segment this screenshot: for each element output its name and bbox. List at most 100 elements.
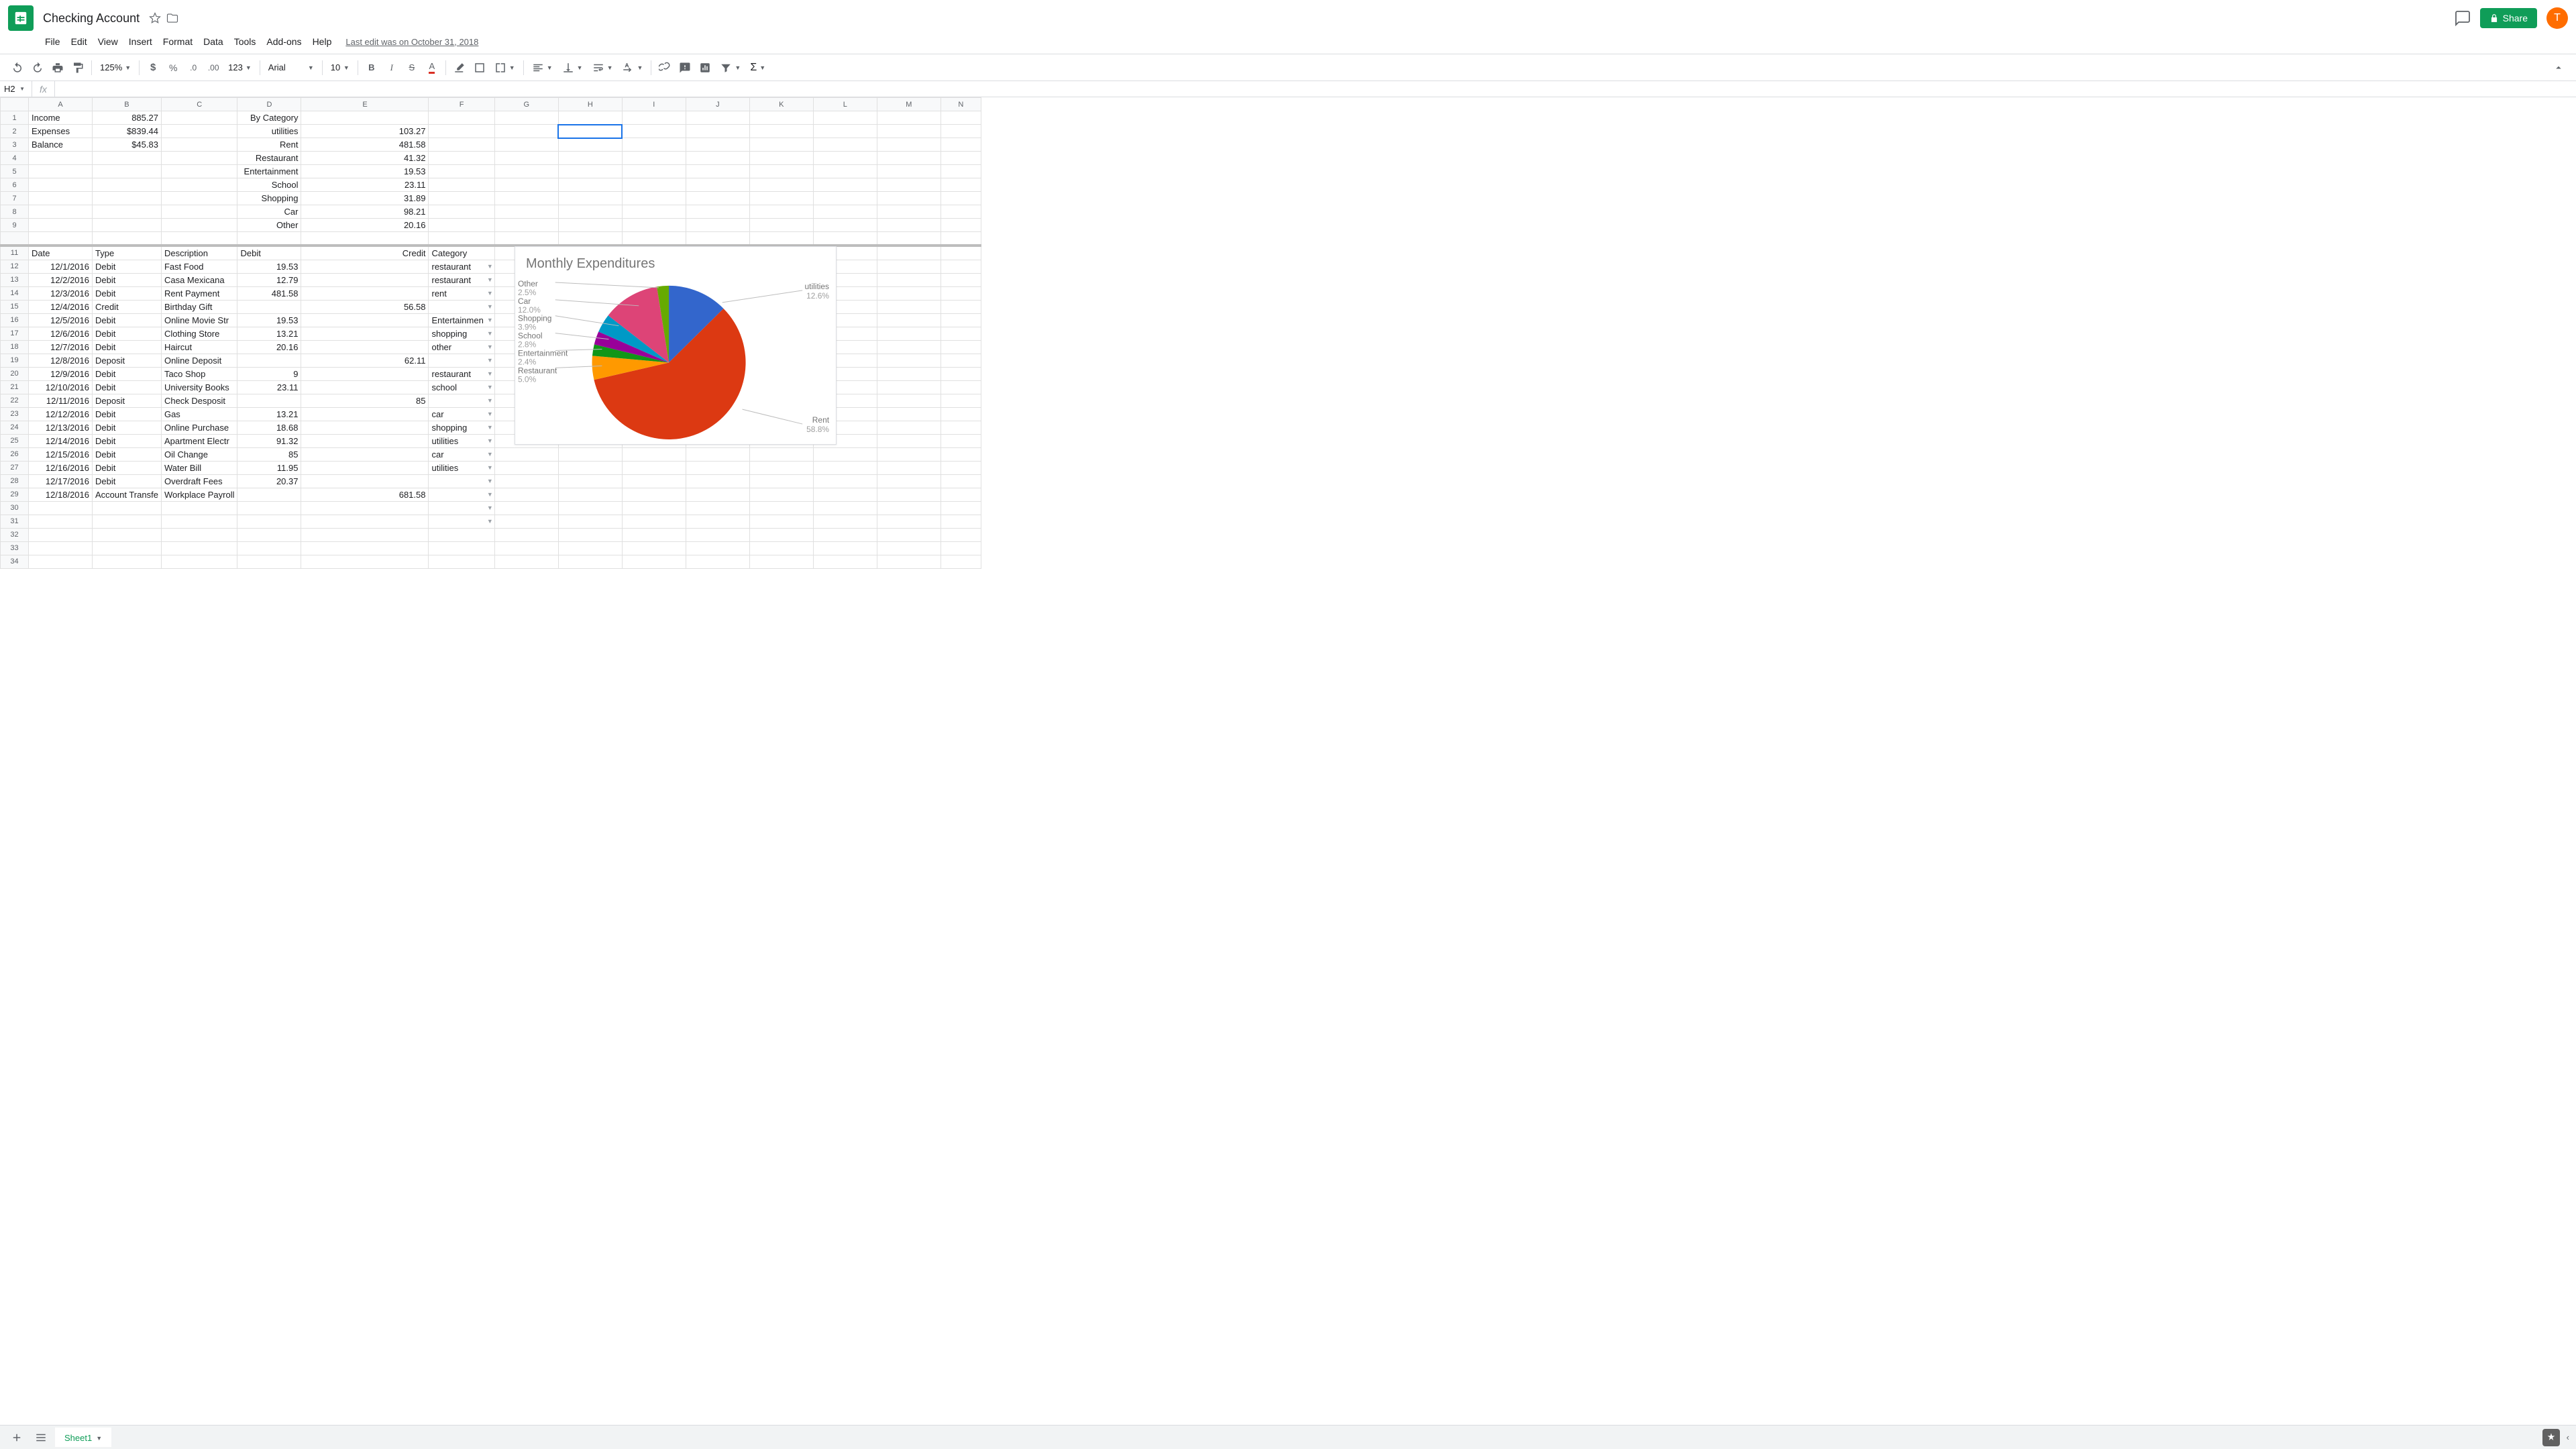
cell-G5[interactable]: [494, 165, 558, 178]
number-format-dropdown[interactable]: 123▼: [224, 60, 256, 75]
cell-N20[interactable]: [941, 367, 981, 380]
cell-A3[interactable]: Balance: [29, 138, 93, 152]
last-edit-link[interactable]: Last edit was on October 31, 2018: [345, 37, 478, 47]
row-head-22[interactable]: 22: [1, 394, 29, 407]
cell-A25[interactable]: 12/14/2016: [29, 434, 93, 447]
cell-D27[interactable]: 11.95: [237, 461, 301, 474]
cell-A33[interactable]: [29, 541, 93, 555]
dropdown-arrow-icon[interactable]: ▼: [487, 343, 493, 350]
cell-A31[interactable]: [29, 515, 93, 528]
formula-input[interactable]: [55, 81, 2576, 97]
cell-E29[interactable]: 681.58: [301, 488, 429, 501]
cell-L9[interactable]: [813, 219, 877, 232]
cell-F9[interactable]: [429, 219, 494, 232]
cell-J1[interactable]: [686, 111, 749, 125]
cell-B18[interactable]: Debit: [93, 340, 162, 354]
cell-L7[interactable]: [813, 192, 877, 205]
cell-E19[interactable]: 62.11: [301, 354, 429, 367]
cell-C26[interactable]: Oil Change: [161, 447, 237, 461]
cell-B26[interactable]: Debit: [93, 447, 162, 461]
cell-F13[interactable]: restaurant▼: [429, 273, 494, 286]
dropdown-arrow-icon[interactable]: ▼: [487, 437, 493, 444]
cell-M8[interactable]: [877, 205, 941, 219]
cell-M33[interactable]: [877, 541, 941, 555]
cell-M4[interactable]: [877, 152, 941, 165]
cell-C10[interactable]: [161, 232, 237, 246]
cell-G6[interactable]: [494, 178, 558, 192]
cell-N16[interactable]: [941, 313, 981, 327]
cell-L32[interactable]: [813, 528, 877, 541]
cell-F11[interactable]: Category: [429, 246, 494, 260]
italic-button[interactable]: I: [382, 58, 401, 77]
cell-M15[interactable]: [877, 300, 941, 313]
star-icon[interactable]: [149, 12, 161, 24]
cell-N33[interactable]: [941, 541, 981, 555]
print-button[interactable]: [48, 58, 67, 77]
cell-J10[interactable]: [686, 232, 749, 246]
cell-E22[interactable]: 85: [301, 394, 429, 407]
cell-H8[interactable]: [558, 205, 622, 219]
add-sheet-button[interactable]: [7, 1428, 27, 1447]
cell-G3[interactable]: [494, 138, 558, 152]
merge-cells-button[interactable]: ▼: [490, 59, 519, 76]
cell-B31[interactable]: [93, 515, 162, 528]
cell-H31[interactable]: [558, 515, 622, 528]
cell-E31[interactable]: [301, 515, 429, 528]
zoom-dropdown[interactable]: 125%▼: [96, 60, 135, 75]
cell-J28[interactable]: [686, 474, 749, 488]
col-head-L[interactable]: L: [813, 98, 877, 111]
cell-N4[interactable]: [941, 152, 981, 165]
all-sheets-button[interactable]: [31, 1428, 51, 1447]
cell-N14[interactable]: [941, 286, 981, 300]
row-head-6[interactable]: 6: [1, 178, 29, 192]
cell-C8[interactable]: [161, 205, 237, 219]
cell-L6[interactable]: [813, 178, 877, 192]
cell-E10[interactable]: [301, 232, 429, 246]
cell-K28[interactable]: [749, 474, 813, 488]
cell-H10[interactable]: [558, 232, 622, 246]
row-head-23[interactable]: 23: [1, 407, 29, 421]
cell-M22[interactable]: [877, 394, 941, 407]
cell-C17[interactable]: Clothing Store: [161, 327, 237, 340]
cell-A8[interactable]: [29, 205, 93, 219]
cell-L29[interactable]: [813, 488, 877, 501]
cell-J3[interactable]: [686, 138, 749, 152]
cell-J32[interactable]: [686, 528, 749, 541]
dropdown-arrow-icon[interactable]: ▼: [487, 478, 493, 484]
cell-I6[interactable]: [622, 178, 686, 192]
cell-E11[interactable]: Credit: [301, 246, 429, 260]
cell-E2[interactable]: 103.27: [301, 125, 429, 138]
cell-E6[interactable]: 23.11: [301, 178, 429, 192]
cell-G27[interactable]: [494, 461, 558, 474]
cell-B15[interactable]: Credit: [93, 300, 162, 313]
cell-N25[interactable]: [941, 434, 981, 447]
cell-F6[interactable]: [429, 178, 494, 192]
cell-E33[interactable]: [301, 541, 429, 555]
cell-A17[interactable]: 12/6/2016: [29, 327, 93, 340]
cell-C25[interactable]: Apartment Electr: [161, 434, 237, 447]
cell-A14[interactable]: 12/3/2016: [29, 286, 93, 300]
cell-C30[interactable]: [161, 501, 237, 515]
cell-I29[interactable]: [622, 488, 686, 501]
cell-D20[interactable]: 9: [237, 367, 301, 380]
cell-C5[interactable]: [161, 165, 237, 178]
cell-A15[interactable]: 12/4/2016: [29, 300, 93, 313]
dropdown-arrow-icon[interactable]: ▼: [487, 357, 493, 364]
cell-B30[interactable]: [93, 501, 162, 515]
dropdown-arrow-icon[interactable]: ▼: [487, 464, 493, 471]
cell-K31[interactable]: [749, 515, 813, 528]
cell-H3[interactable]: [558, 138, 622, 152]
cell-D18[interactable]: 20.16: [237, 340, 301, 354]
cell-F26[interactable]: car▼: [429, 447, 494, 461]
cell-M18[interactable]: [877, 340, 941, 354]
insert-link-button[interactable]: [655, 58, 674, 77]
row-head-7[interactable]: 7: [1, 192, 29, 205]
cell-I9[interactable]: [622, 219, 686, 232]
cell-I8[interactable]: [622, 205, 686, 219]
cell-K29[interactable]: [749, 488, 813, 501]
row-head-11[interactable]: 11: [1, 246, 29, 260]
cell-J27[interactable]: [686, 461, 749, 474]
menu-format[interactable]: Format: [158, 34, 197, 50]
cell-K5[interactable]: [749, 165, 813, 178]
cell-C9[interactable]: [161, 219, 237, 232]
